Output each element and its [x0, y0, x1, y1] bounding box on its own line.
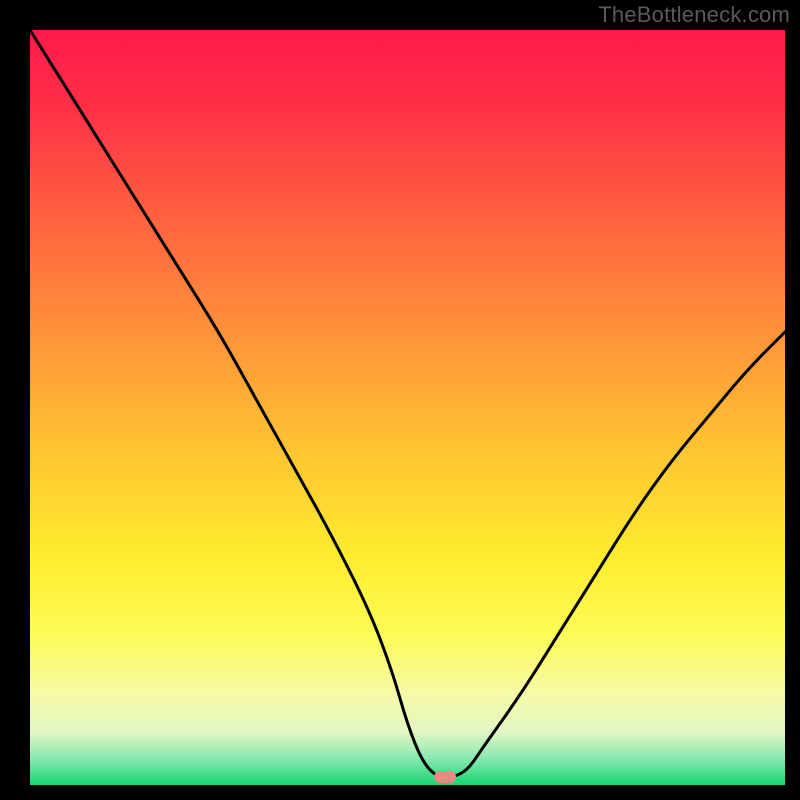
- optimum-marker: [434, 771, 456, 783]
- chart-frame: TheBottleneck.com: [0, 0, 800, 800]
- chart-canvas: [0, 0, 800, 800]
- watermark-text: TheBottleneck.com: [598, 2, 790, 28]
- plot-background: [30, 30, 785, 785]
